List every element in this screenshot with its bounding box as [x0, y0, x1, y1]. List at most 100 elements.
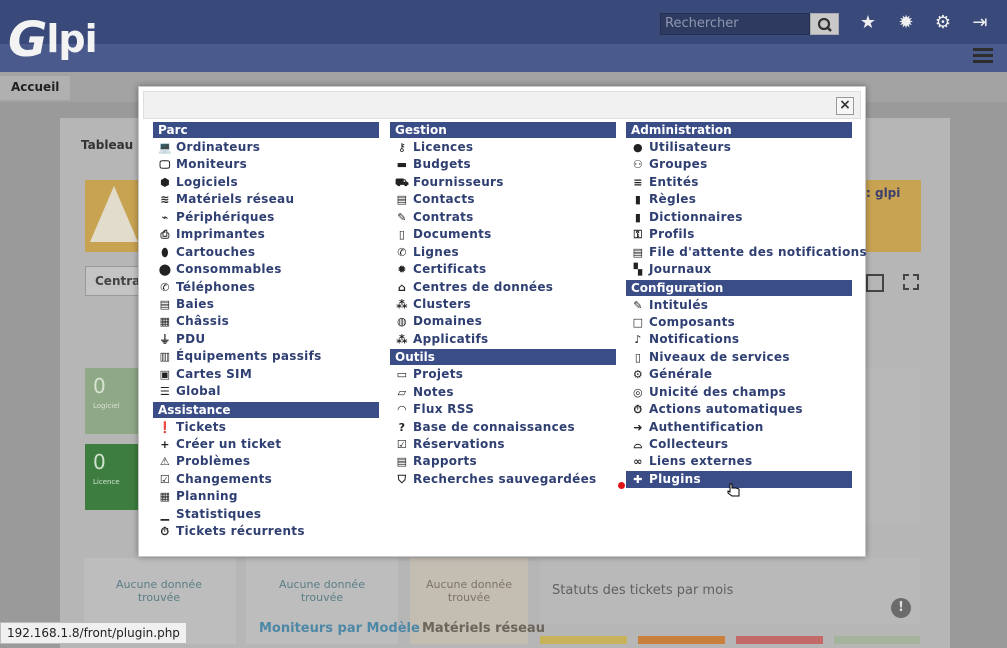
menu-item-label: Projets — [413, 367, 464, 382]
menu-item[interactable]: ✎ Contrats — [390, 209, 616, 226]
usb-icon: ⌁ — [161, 210, 169, 224]
menu-item[interactable]: ✆ Lignes — [390, 244, 616, 261]
breadcrumb-home[interactable]: Accueil — [0, 76, 71, 100]
widget-title: Matériels réseau — [422, 621, 545, 636]
menu-section-assistance[interactable]: Assistance — [153, 401, 379, 418]
menu-icon[interactable] — [973, 48, 993, 64]
menu-item[interactable]: ⌓ Collecteurs — [626, 436, 867, 453]
menu-item[interactable]: ▣ Cartes SIM — [153, 366, 379, 383]
exclamation-icon: ! — [891, 598, 911, 618]
menu-item[interactable]: ♪ Notifications — [626, 331, 867, 348]
menu-item[interactable]: ▦ Planning — [153, 488, 379, 505]
menu-item-label: Dictionnaires — [649, 209, 743, 224]
menu-item[interactable]: ◎ Unicité des champs — [626, 384, 867, 401]
menu-item[interactable]: ▤ Rapports — [390, 453, 616, 470]
menu-item[interactable]: □ Composants — [626, 314, 867, 331]
menu-item[interactable]: ⁂ Clusters — [390, 296, 616, 313]
dolly-icon: ⛟ — [395, 175, 410, 189]
menu-item[interactable]: ❗ Tickets — [153, 419, 379, 436]
menu-item[interactable]: ⚙ Générale — [626, 366, 867, 383]
no-data-text: Aucune donnée trouvée — [426, 578, 512, 604]
software-card[interactable]: 0 Logiciel — [85, 368, 141, 434]
menu-item[interactable]: ☑ Réservations — [390, 436, 616, 453]
menu-item[interactable]: ∞ Liens externes — [626, 453, 867, 470]
menu-item-label: Règles — [649, 192, 697, 207]
menu-item[interactable]: 💻 Ordinateurs — [153, 139, 379, 156]
menu-item-label: Lignes — [413, 244, 459, 259]
menu-item[interactable]: ▯ Niveaux de services — [626, 349, 867, 366]
sign-out-icon[interactable]: ⇥ — [969, 12, 991, 34]
menu-item[interactable]: ⌂ Centres de données — [390, 279, 616, 296]
menu-item[interactable]: ▦ Châssis — [153, 313, 379, 330]
menu-item[interactable]: + Créer un ticket — [153, 436, 379, 453]
top-navbar — [0, 0, 1007, 44]
menu-item[interactable]: ⛉ Recherches sauvegardées — [390, 471, 616, 488]
dashboard-selector[interactable]: Centra — [85, 266, 141, 296]
menu-item[interactable]: ⚿ Profils — [626, 226, 867, 243]
glpi-logo[interactable]: Glpi — [8, 8, 98, 68]
menu-item[interactable]: ▤ Baies — [153, 296, 379, 313]
menu-item[interactable]: ✎ Intitulés — [626, 297, 867, 314]
menu-item[interactable]: ⛟ Fournisseurs — [390, 174, 616, 191]
gear-icon[interactable]: ⚙ — [932, 12, 954, 34]
menu-item[interactable]: ▤ Contacts — [390, 191, 616, 208]
menu-item[interactable]: ⏚ PDU — [153, 331, 379, 348]
menu-item[interactable]: ▯ Documents — [390, 226, 616, 243]
edit-dashboard-icon[interactable] — [866, 274, 884, 292]
menu-item[interactable]: ☑ Changements — [153, 471, 379, 488]
menu-item[interactable]: ▱ Notes — [390, 384, 616, 401]
menu-item[interactable]: ➜ Authentification — [626, 419, 867, 436]
menu-item[interactable]: ⁂ Applicatifs — [390, 331, 616, 348]
menu-item[interactable]: ≋ Matériels réseau — [153, 191, 379, 208]
menu-item[interactable]: ● Utilisateurs — [626, 139, 867, 156]
fullscreen-icon[interactable] — [903, 274, 919, 290]
menu-item[interactable]: ▭ Projets — [390, 366, 616, 383]
menu-item[interactable]: ⚠ Problèmes — [153, 453, 379, 470]
menu-item-label: Logiciels — [176, 174, 238, 189]
menu-item[interactable]: ✹ Certificats — [390, 261, 616, 278]
menu-item[interactable]: ▤ File d'attente des notifications — [626, 244, 867, 261]
license-card[interactable]: 0 Licence — [85, 444, 141, 510]
menu-item-label: Téléphones — [176, 279, 256, 294]
menu-item-label: Recherches sauvegardées — [413, 471, 597, 486]
close-button[interactable]: × — [836, 97, 854, 115]
bug-icon[interactable]: ✹ — [895, 12, 917, 34]
menu-item-label: Changements — [176, 471, 273, 486]
menu-item[interactable]: ⬢ Logiciels — [153, 174, 379, 191]
menu-item[interactable]: ▬ Budgets — [390, 156, 616, 173]
menu-item[interactable]: ? Base de connaissances — [390, 419, 616, 436]
search-button[interactable] — [810, 13, 839, 35]
menu-item[interactable]: ✆ Téléphones — [153, 279, 379, 296]
menu-item[interactable]: ▁ Statistiques — [153, 506, 379, 523]
menu-item-label: Utilisateurs — [649, 140, 732, 154]
menu-item-label: Ordinateurs — [176, 140, 261, 154]
menu-item[interactable]: ⚇ Groupes — [626, 156, 867, 173]
menu-item[interactable]: ◍ Domaines — [390, 313, 616, 330]
menu-item[interactable]: ⬮ Cartouches — [153, 244, 379, 261]
menu-item[interactable]: ⚷ Licences — [390, 139, 616, 156]
menu-item[interactable]: ◠ Flux RSS — [390, 401, 616, 418]
menu-item[interactable]: ▮ Dictionnaires — [626, 209, 867, 226]
search-input[interactable]: Rechercher — [660, 13, 810, 35]
menu-item-label: Authentification — [649, 419, 764, 434]
star-icon[interactable]: ★ — [857, 12, 879, 34]
menu-section-administration[interactable]: Administration — [626, 122, 852, 138]
menu-item[interactable]: ⬤ Consommables — [153, 261, 379, 278]
menu-section-parc[interactable]: Parc — [153, 122, 379, 138]
menu-item[interactable]: ≡ Entités — [626, 174, 867, 191]
menu-item[interactable]: ▥ Équipements passifs — [153, 348, 379, 365]
desktop-icon: 🖵 — [159, 158, 171, 172]
menu-item[interactable]: ⏱ Tickets récurrents — [153, 523, 379, 540]
plus-icon: + — [160, 438, 170, 451]
menu-item[interactable]: ⎙ Imprimantes — [153, 226, 379, 243]
menu-item[interactable]: ⏱ Actions automatiques — [626, 401, 867, 418]
th-list-icon: ▥ — [159, 350, 171, 364]
menu-section-gestion[interactable]: Gestion — [390, 122, 616, 138]
menu-section-outils[interactable]: Outils — [390, 349, 616, 366]
menu-section-configuration[interactable]: Configuration — [626, 279, 852, 296]
menu-item[interactable]: ⌁ Périphériques — [153, 209, 379, 226]
menu-item[interactable]: ☰ Global — [153, 383, 379, 400]
menu-item[interactable]: ▚ Journaux — [626, 261, 867, 278]
menu-item[interactable]: ▮ Règles — [626, 191, 867, 208]
menu-item[interactable]: 🖵 Moniteurs — [153, 156, 379, 173]
